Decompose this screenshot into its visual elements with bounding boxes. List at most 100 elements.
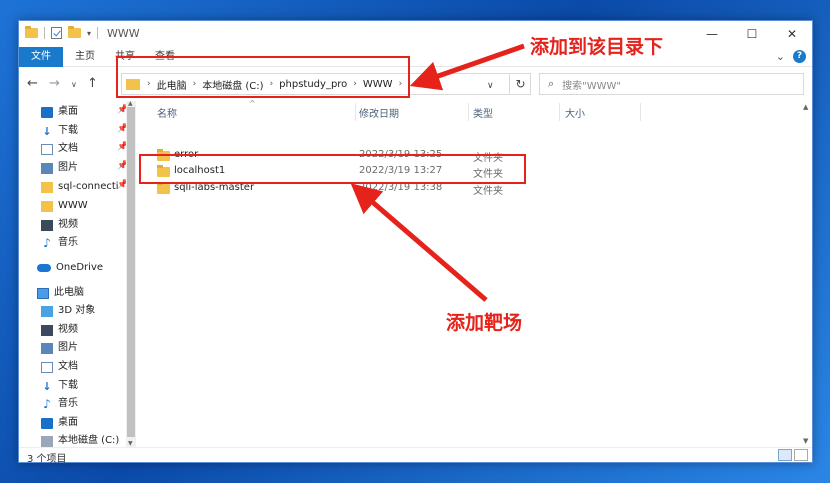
column-header-type[interactable]: 类型 (473, 105, 493, 120)
properties-icon[interactable] (51, 27, 62, 39)
address-highlight-box (116, 56, 410, 98)
cloud-icon (37, 264, 51, 272)
nav-pane-scrollbar[interactable]: ▲ ▼ (126, 100, 136, 447)
nav-item-downloads-pc[interactable]: ↓ 下载 (41, 377, 78, 395)
document-icon (41, 361, 53, 373)
address-dropdown-icon[interactable]: ∨ (487, 81, 494, 91)
document-icon (41, 143, 53, 155)
annotation-add-to-directory: 添加到该目录下 (530, 36, 664, 58)
nav-item-downloads[interactable]: ↓ 下载 (41, 122, 78, 140)
nav-item-label: 视频 (58, 324, 78, 335)
picture-icon (41, 342, 53, 354)
content-scrollbar[interactable]: ▲ ▼ (800, 101, 812, 447)
download-icon: ↓ (42, 124, 52, 138)
nav-item-label: sql-connecti (58, 181, 119, 192)
3d-objects-icon (41, 305, 53, 317)
nav-item-pictures-pc[interactable]: 图片 (41, 339, 78, 357)
desktop-icon (41, 106, 53, 118)
forward-arrow-icon[interactable]: → (49, 76, 60, 91)
close-button[interactable]: ✕ (772, 21, 812, 47)
picture-icon (41, 162, 53, 174)
search-box[interactable]: ⌕ 搜索"WWW" (539, 73, 804, 95)
maximize-button[interactable]: ☐ (732, 21, 772, 47)
music-icon: ♪ (43, 235, 51, 250)
nav-item-desktop[interactable]: 桌面 (41, 103, 78, 121)
disk-icon (41, 435, 53, 447)
nav-item-documents-pc[interactable]: 文档 (41, 358, 78, 376)
scroll-down-icon[interactable]: ▼ (128, 440, 133, 447)
ribbon-right-controls: ⌄ ? (776, 50, 806, 63)
column-header-name[interactable]: 名称 (157, 105, 177, 120)
window-controls: — ☐ ✕ (692, 21, 812, 47)
scroll-up-icon[interactable]: ▲ (128, 100, 133, 107)
nav-item-label: 桌面 (58, 417, 78, 428)
column-header-date[interactable]: 修改日期 (359, 105, 399, 120)
nav-item-label: 此电脑 (54, 287, 84, 298)
nav-item-label: 本地磁盘 (C:) (58, 435, 120, 446)
nav-item-sql-connecti[interactable]: sql-connecti (41, 178, 119, 196)
nav-item-this-pc[interactable]: 此电脑 (37, 284, 84, 302)
nav-item-videos-pc[interactable]: 视频 (41, 321, 78, 339)
column-divider[interactable] (640, 103, 641, 121)
column-divider[interactable] (355, 103, 356, 121)
divider (97, 27, 99, 39)
nav-item-3d-objects[interactable]: 3D 对象 (41, 302, 95, 320)
nav-item-local-disk[interactable]: 本地磁盘 (C:) (41, 432, 119, 447)
refresh-icon[interactable]: ↻ (509, 73, 531, 95)
music-icon: ♪ (43, 396, 51, 411)
nav-item-videos[interactable]: 视频 (41, 216, 78, 234)
column-divider[interactable] (468, 103, 469, 121)
nav-item-pictures[interactable]: 图片 (41, 159, 78, 177)
video-icon (41, 324, 53, 336)
search-placeholder: 搜索"WWW" (562, 80, 622, 92)
expand-ribbon-icon[interactable]: ⌄ (776, 50, 785, 63)
nav-item-label: 文档 (58, 143, 78, 154)
folder-icon (41, 181, 53, 193)
folder-icon (157, 182, 170, 194)
nav-item-label: 音乐 (58, 398, 78, 409)
nav-item-label: 桌面 (58, 106, 78, 117)
nav-item-label: 视频 (58, 219, 78, 230)
folder-highlight-box (139, 154, 526, 184)
view-mode-buttons (778, 449, 808, 461)
new-folder-icon[interactable] (68, 26, 81, 38)
nav-item-music-pc[interactable]: ♪ 音乐 (41, 395, 78, 413)
minimize-button[interactable]: — (692, 21, 732, 47)
annotation-add-target: 添加靶场 (446, 312, 523, 334)
file-list: ^ 名称 修改日期 类型 大小 error 2022/3/19 13:25 文件… (143, 99, 803, 447)
folder-icon (25, 26, 38, 38)
nav-item-label: 图片 (58, 342, 78, 353)
scrollbar-thumb[interactable] (127, 107, 135, 437)
nav-item-label: WWW (58, 200, 88, 211)
help-icon[interactable]: ? (793, 50, 806, 63)
scroll-up-icon[interactable]: ▲ (803, 103, 808, 111)
details-view-icon[interactable] (778, 449, 792, 461)
nav-item-label: 文档 (58, 361, 78, 372)
desktop-icon (41, 417, 53, 429)
scroll-down-icon[interactable]: ▼ (803, 437, 808, 445)
nav-item-label: 下载 (58, 380, 78, 391)
recent-locations-icon[interactable]: ∨ (71, 80, 77, 89)
nav-item-label: OneDrive (56, 262, 104, 273)
tab-file[interactable]: 文件 (19, 47, 63, 67)
nav-item-music[interactable]: ♪ 音乐 (41, 234, 78, 252)
folder-icon (41, 200, 53, 212)
download-icon: ↓ (42, 379, 52, 393)
column-header-size[interactable]: 大小 (565, 105, 585, 120)
window-title: WWW (107, 27, 140, 40)
nav-item-onedrive[interactable]: OneDrive (37, 259, 103, 277)
navigation-pane: 桌面 📌 ↓ 下载 📌 文档 📌 图片 📌 sql-connecti 📌 WWW … (19, 101, 139, 447)
large-icons-view-icon[interactable] (794, 449, 808, 461)
nav-item-www[interactable]: WWW (41, 197, 88, 215)
nav-item-desktop-pc[interactable]: 桌面 (41, 414, 78, 432)
column-divider[interactable] (559, 103, 560, 121)
nav-item-label: 3D 对象 (58, 305, 96, 316)
back-arrow-icon[interactable]: ← (27, 76, 38, 91)
tab-home[interactable]: 主页 (65, 47, 105, 67)
up-arrow-icon[interactable]: ↑ (87, 76, 98, 91)
nav-item-label: 音乐 (58, 237, 78, 248)
status-bar: 3 个项目 (19, 447, 812, 465)
nav-item-label: 下载 (58, 125, 78, 136)
customize-toolbar-icon[interactable]: ▾ (87, 29, 91, 38)
nav-item-documents[interactable]: 文档 (41, 140, 78, 158)
